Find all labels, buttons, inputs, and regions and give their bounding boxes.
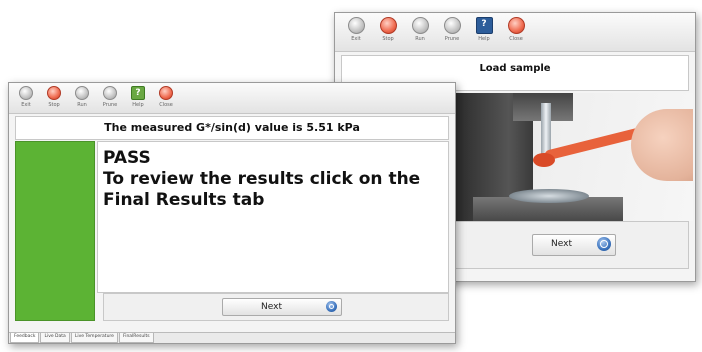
hand — [631, 109, 693, 181]
exit-label: Exit — [351, 36, 361, 42]
run-button[interactable]: Run — [71, 86, 93, 108]
prune-button[interactable]: Prune — [99, 86, 121, 108]
exit-icon — [19, 86, 33, 100]
tab-final-results[interactable]: FinalResults — [118, 333, 154, 343]
stop-label: Stop — [382, 36, 394, 42]
tab-bar: Feedback Live Data Live Temperature FinalRe… — [9, 332, 455, 343]
prune-label: Prune — [102, 102, 118, 108]
run-label: Run — [77, 102, 87, 108]
result-content: PASS To review the results click on the … — [15, 141, 449, 321]
close-label: Close — [159, 102, 173, 108]
run-icon — [411, 17, 429, 34]
close-icon — [159, 86, 173, 100]
next-arrow-icon — [597, 237, 611, 251]
sample-loading-photo — [453, 93, 693, 221]
prune-button[interactable]: Prune — [439, 17, 465, 42]
tab-live-data[interactable]: Live Data — [40, 333, 70, 343]
result-panel: PASS To review the results click on the … — [97, 141, 449, 293]
help-label: Help — [478, 36, 490, 42]
help-label: Help — [132, 102, 144, 108]
close-label: Close — [509, 36, 523, 42]
exit-button[interactable]: Exit — [15, 86, 37, 108]
close-icon — [507, 17, 525, 34]
run-button[interactable]: Run — [407, 17, 433, 42]
stop-button[interactable]: Stop — [375, 17, 401, 42]
tab-live-temperature[interactable]: Live Temperature — [70, 333, 118, 343]
exit-icon — [347, 17, 365, 34]
stop-icon — [47, 86, 61, 100]
next-button[interactable]: Next — [532, 234, 616, 256]
exit-label: Exit — [21, 102, 31, 108]
stop-button[interactable]: Stop — [43, 86, 65, 108]
help-button[interactable]: ? Help — [471, 17, 497, 42]
help-icon: ? — [131, 86, 145, 100]
run-icon — [75, 86, 89, 100]
stop-label: Stop — [48, 102, 60, 108]
next-label: Next — [551, 239, 572, 249]
toolbar: Exit Stop Run Prune ? Help Close — [335, 13, 695, 52]
close-button[interactable]: Close — [155, 86, 177, 108]
help-button[interactable]: ? Help — [127, 86, 149, 108]
next-button[interactable]: Next — [222, 298, 342, 316]
prune-label: Prune — [444, 36, 460, 42]
prune-icon — [443, 17, 461, 34]
help-icon: ? — [475, 17, 493, 34]
results-window: Exit Stop Run Prune ? Help Close The mea… — [8, 82, 456, 344]
result-status: PASS — [103, 148, 151, 168]
tab-feedback[interactable]: Feedback — [10, 333, 40, 343]
sample-blob — [533, 153, 555, 167]
footer-bar: Next — [103, 293, 449, 321]
result-message: To review the results click on the Final… — [103, 169, 421, 210]
next-arrow-icon — [326, 301, 337, 312]
next-label: Next — [261, 302, 282, 312]
stop-icon — [379, 17, 397, 34]
run-label: Run — [415, 36, 425, 42]
prune-icon — [103, 86, 117, 100]
pass-status-indicator — [15, 141, 95, 321]
close-button[interactable]: Close — [503, 17, 529, 42]
toolbar: Exit Stop Run Prune ? Help Close — [9, 83, 455, 114]
exit-button[interactable]: Exit — [343, 17, 369, 42]
sample-plate — [509, 189, 589, 203]
measured-value-message: The measured G*/sin(d) value is 5.51 kPa — [15, 116, 449, 140]
